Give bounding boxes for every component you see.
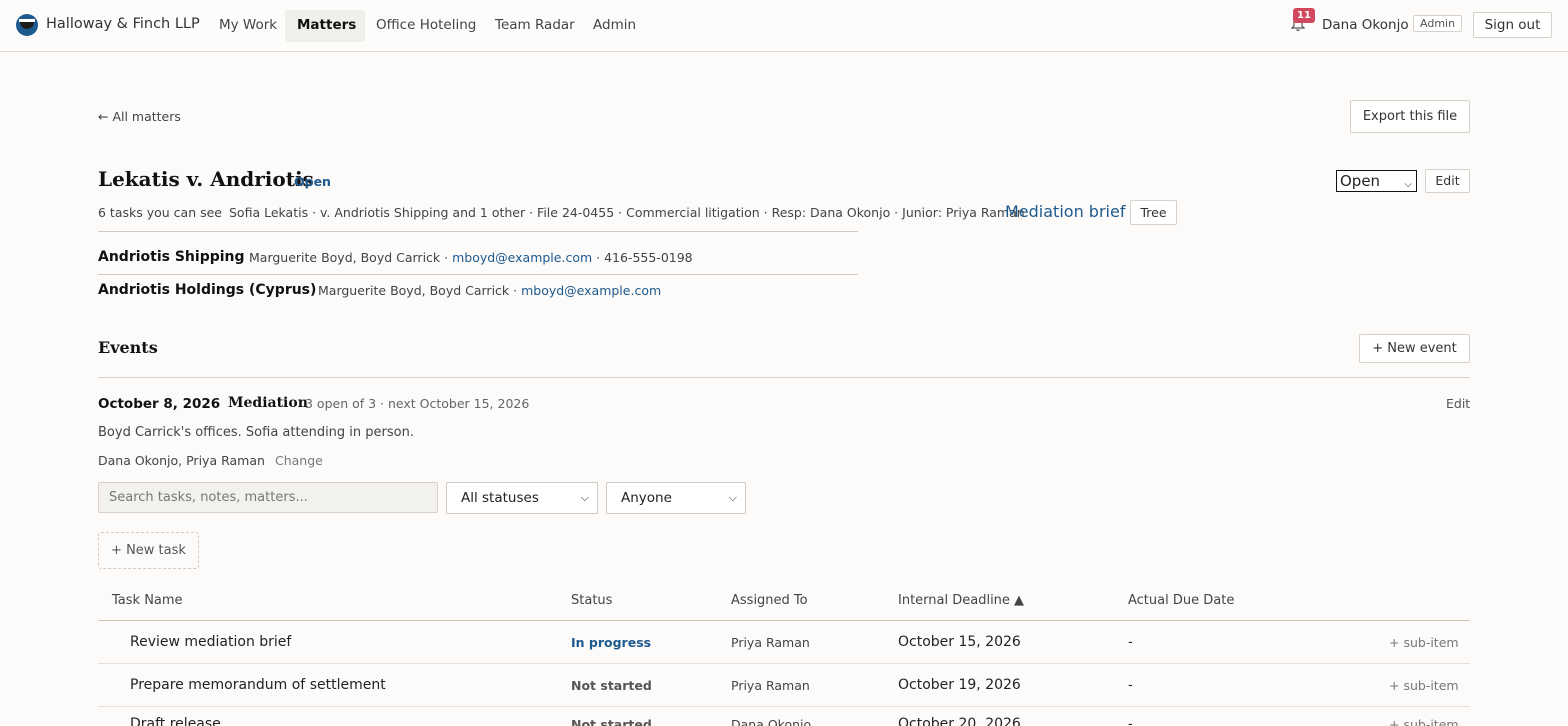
nav-office-hoteling[interactable]: Office Hoteling bbox=[376, 17, 476, 33]
new-task-button[interactable]: + New task bbox=[98, 532, 199, 569]
party-name: Andriotis Shipping bbox=[98, 249, 245, 265]
visible-task-count: 6 tasks you can see bbox=[98, 205, 222, 220]
add-sub-item-link[interactable]: + sub-item bbox=[1389, 635, 1459, 650]
task-actual-due-date: - bbox=[1128, 635, 1133, 650]
task-status: Not started bbox=[571, 678, 652, 693]
event-type: Mediation bbox=[228, 395, 308, 411]
add-sub-item-link[interactable]: + sub-item bbox=[1389, 717, 1459, 726]
tree-view-button[interactable]: Tree bbox=[1130, 200, 1177, 225]
task-internal-deadline: October 19, 2026 bbox=[898, 677, 1021, 693]
task-internal-deadline: October 20, 2026 bbox=[898, 716, 1021, 726]
notification-count-badge[interactable]: 11 bbox=[1293, 8, 1315, 23]
row-divider bbox=[98, 663, 1470, 664]
new-event-button[interactable]: + New event bbox=[1359, 334, 1470, 363]
party-name: Andriotis Holdings (Cyprus) bbox=[98, 282, 317, 298]
row-divider bbox=[98, 706, 1470, 707]
chevron-down-icon: ⌵ bbox=[580, 491, 589, 504]
party-counsel: Marguerite Boyd, Boyd Carrick · bbox=[249, 250, 453, 265]
export-file-button[interactable]: Export this file bbox=[1350, 100, 1470, 133]
brand-name[interactable]: Halloway & Finch LLP bbox=[46, 16, 200, 32]
task-assignee: Priya Raman bbox=[731, 635, 810, 650]
column-header-status[interactable]: Status bbox=[571, 593, 612, 608]
chevron-down-icon: ⌵ bbox=[728, 491, 737, 504]
party-contact: Marguerite Boyd, Boyd Carrick · mboyd@ex… bbox=[249, 250, 693, 265]
edit-matter-button[interactable]: Edit bbox=[1425, 169, 1470, 193]
task-internal-deadline: October 15, 2026 bbox=[898, 634, 1021, 650]
party-email-link[interactable]: mboyd@example.com bbox=[521, 283, 661, 298]
task-actual-due-date: - bbox=[1128, 678, 1133, 693]
event-attendees: Dana Okonjo, Priya Raman bbox=[98, 453, 265, 468]
event-date: October 8, 2026 bbox=[98, 396, 221, 412]
task-status: Not started bbox=[571, 717, 652, 726]
matter-title: Lekatis v. Andriotis bbox=[98, 167, 314, 191]
assignee-filter-value: Anyone bbox=[621, 490, 672, 506]
status-filter-select[interactable]: All statuses ⌵ bbox=[446, 482, 598, 514]
user-name: Dana Okonjo bbox=[1322, 17, 1409, 33]
column-header-task-name[interactable]: Task Name bbox=[112, 593, 183, 608]
table-header-divider bbox=[98, 620, 1470, 621]
matter-status-select[interactable]: Open ⌵ bbox=[1336, 170, 1417, 192]
events-heading: Events bbox=[98, 338, 158, 357]
back-to-all-matters-link[interactable]: ← All matters bbox=[98, 109, 181, 124]
task-name[interactable]: Prepare memorandum of settlement bbox=[130, 677, 386, 693]
matter-status-select-value: Open bbox=[1340, 172, 1381, 190]
nav-matters[interactable]: Matters bbox=[297, 17, 356, 33]
party-contact: Marguerite Boyd, Boyd Carrick · mboyd@ex… bbox=[318, 283, 661, 298]
divider bbox=[98, 231, 858, 232]
top-navigation-bar: Halloway & Finch LLP My Work Matters Off… bbox=[0, 0, 1568, 52]
task-name[interactable]: Draft release bbox=[130, 716, 221, 726]
column-header-internal-deadline[interactable]: Internal Deadline ▲ bbox=[898, 593, 1024, 608]
task-name[interactable]: Review mediation brief bbox=[130, 634, 291, 650]
task-status: In progress bbox=[571, 635, 652, 650]
add-sub-item-link[interactable]: + sub-item bbox=[1389, 678, 1459, 693]
event-note: Boyd Carrick's offices. Sofia attending … bbox=[98, 425, 414, 440]
column-header-actual-due-date[interactable]: Actual Due Date bbox=[1128, 593, 1234, 608]
edit-event-link[interactable]: Edit bbox=[1446, 396, 1470, 411]
firm-logo-icon[interactable] bbox=[16, 14, 38, 36]
matter-description: Sofia Lekatis · v. Andriotis Shipping an… bbox=[229, 205, 1025, 220]
task-actual-due-date: - bbox=[1128, 717, 1133, 726]
change-attendees-link[interactable]: Change bbox=[275, 453, 323, 468]
assignee-filter-select[interactable]: Anyone ⌵ bbox=[606, 482, 746, 514]
event-summary: 3 open of 3 · next October 15, 2026 bbox=[305, 396, 530, 411]
column-header-assigned-to[interactable]: Assigned To bbox=[731, 593, 808, 608]
search-input[interactable] bbox=[98, 482, 438, 513]
chevron-down-icon: ⌵ bbox=[1404, 179, 1412, 190]
role-badge: Admin bbox=[1413, 15, 1463, 32]
matter-status-badge: Open bbox=[294, 174, 331, 189]
party-counsel: Marguerite Boyd, Boyd Carrick · bbox=[318, 283, 522, 298]
nav-my-work[interactable]: My Work bbox=[219, 17, 277, 33]
nav-team-radar[interactable]: Team Radar bbox=[495, 17, 575, 33]
sign-out-button[interactable]: Sign out bbox=[1473, 12, 1552, 38]
status-filter-value: All statuses bbox=[461, 490, 539, 506]
mediation-brief-link[interactable]: Mediation brief bbox=[1005, 202, 1125, 221]
divider bbox=[98, 274, 858, 275]
divider bbox=[98, 377, 1470, 378]
party-phone: · 416-555-0198 bbox=[592, 250, 693, 265]
nav-admin[interactable]: Admin bbox=[593, 17, 636, 33]
task-assignee: Priya Raman bbox=[731, 678, 810, 693]
task-assignee: Dana Okonjo bbox=[731, 717, 812, 726]
party-email-link[interactable]: mboyd@example.com bbox=[452, 250, 592, 265]
